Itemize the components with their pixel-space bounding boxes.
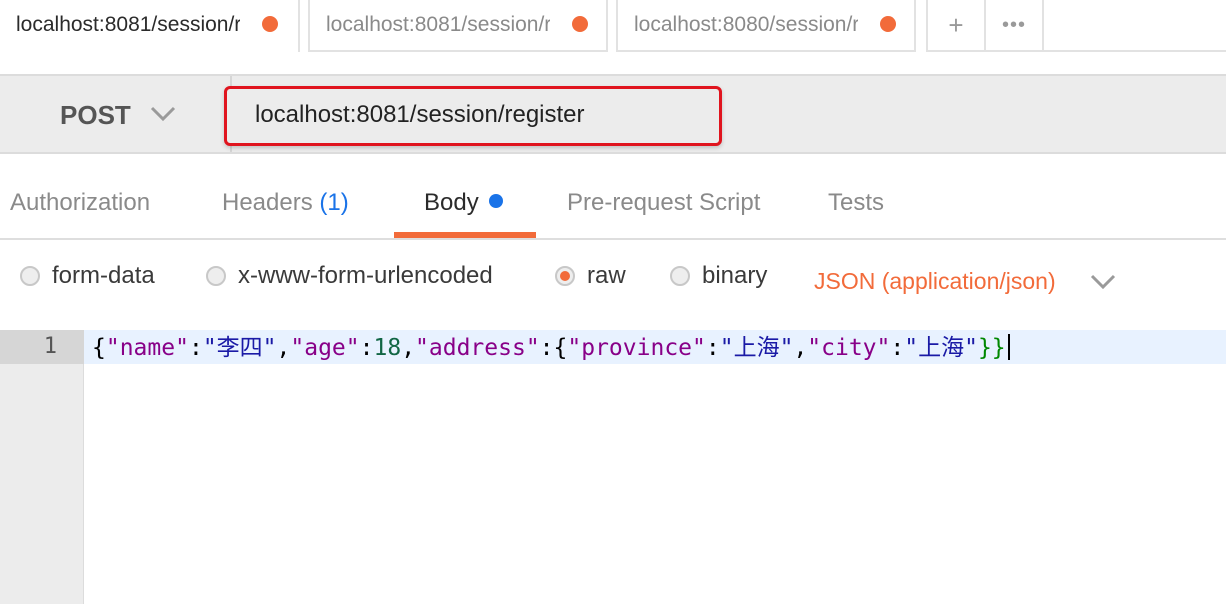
tab-label: localhost:8081/session/register [16, 13, 240, 36]
code-content: {"name":"李四","age":18,"address":{"provin… [92, 333, 1010, 363]
line-number: 1 [43, 334, 57, 359]
token-string: "李四" [202, 335, 277, 361]
token-number: 18 [373, 335, 402, 361]
token-punct: : [188, 335, 203, 361]
code-line[interactable]: {"name":"李四","age":18,"address":{"provin… [84, 330, 1226, 364]
request-tab-3[interactable]: localhost:8080/session/register [616, 0, 916, 52]
radio-label: raw [587, 262, 626, 289]
token-brace-match: }} [977, 335, 1006, 361]
chevron-down-icon[interactable] [1090, 274, 1116, 290]
tab-prerequest-script[interactable]: Pre-request Script [567, 188, 760, 218]
unsaved-dot-icon [572, 16, 588, 32]
token-punct: , [276, 335, 291, 361]
radio-raw[interactable]: raw [555, 262, 626, 290]
more-tabs-button[interactable]: ••• [986, 0, 1044, 52]
radio-button[interactable] [20, 266, 40, 286]
unsaved-dot-icon [262, 16, 278, 32]
token-punct: , [793, 335, 808, 361]
request-bar: POST [0, 74, 1226, 154]
tab-authorization[interactable]: Authorization [10, 188, 150, 218]
method-label: POST [60, 100, 131, 130]
token-string: "上海" [904, 335, 978, 361]
token-string: "上海" [719, 335, 794, 361]
body-code-editor[interactable]: 1 {"name":"李四","age":18,"address":{"prov… [0, 330, 1226, 604]
radio-button[interactable] [670, 266, 690, 286]
url-input[interactable] [255, 100, 695, 130]
token-punct: , [401, 335, 416, 361]
content-type-dropdown[interactable]: JSON (application/json) [814, 268, 1056, 295]
tab-tests[interactable]: Tests [828, 188, 884, 218]
tab-body-label: Body [424, 189, 479, 216]
request-tab-strip: localhost:8081/session/register localhos… [0, 0, 1226, 52]
tab-headers[interactable]: Headers (1) [222, 188, 349, 218]
token-key: "city" [807, 335, 891, 361]
radio-label: x-www-form-urlencoded [238, 262, 493, 289]
more-icon: ••• [1001, 13, 1026, 36]
headers-count-badge: (1) [319, 189, 349, 216]
tab-headers-label: Headers [222, 189, 313, 216]
token-key: "age" [290, 335, 360, 361]
request-subtabs: Authorization Headers (1) Body Pre-reque… [0, 170, 1226, 240]
request-tab-1[interactable]: localhost:8081/session/register [0, 0, 300, 52]
radio-x-www-form-urlencoded[interactable]: x-www-form-urlencoded [206, 262, 493, 290]
token-key: "address" [415, 335, 540, 361]
radio-button-checked[interactable] [555, 266, 575, 286]
active-tab-indicator [394, 232, 536, 238]
token-key: "province" [567, 335, 706, 361]
text-cursor [1007, 334, 1010, 360]
active-line-gutter [0, 330, 84, 364]
new-tab-button[interactable]: + [926, 0, 986, 52]
tab-label: localhost:8081/session/register [326, 13, 550, 36]
token-key: "name" [105, 335, 189, 361]
token-punct: : [705, 335, 720, 361]
token-punct: : [890, 335, 905, 361]
radio-form-data[interactable]: form-data [20, 262, 155, 290]
token-punct: { [92, 335, 106, 361]
tab-body[interactable]: Body [424, 188, 503, 218]
token-punct: { [553, 335, 568, 361]
tab-strip-filler [1044, 0, 1226, 52]
body-modified-dot-icon [488, 194, 503, 208]
body-type-options: form-data x-www-form-urlencoded raw bina… [0, 254, 1226, 304]
unsaved-dot-icon [880, 16, 896, 32]
method-selector[interactable]: POST [0, 76, 232, 152]
radio-label: binary [702, 262, 768, 289]
radio-label: form-data [52, 262, 155, 289]
tab-label: localhost:8080/session/register [634, 13, 858, 36]
radio-binary[interactable]: binary [670, 262, 767, 290]
token-punct: : [359, 335, 374, 361]
radio-button[interactable] [206, 266, 226, 286]
editor-gutter: 1 [0, 330, 84, 604]
token-punct: : [539, 335, 554, 361]
plus-icon: + [948, 9, 964, 40]
url-input-container [224, 86, 722, 146]
request-tab-2[interactable]: localhost:8081/session/register [308, 0, 608, 52]
chevron-down-icon [150, 106, 176, 122]
